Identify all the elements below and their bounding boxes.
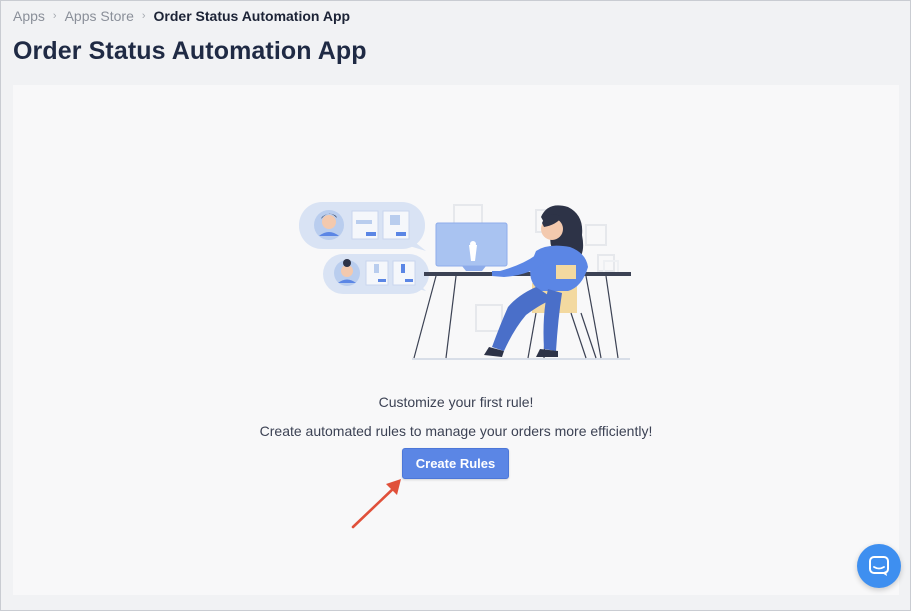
breadcrumb-apps[interactable]: Apps bbox=[13, 8, 45, 24]
chevron-right-icon: › bbox=[141, 10, 146, 22]
empty-state-heading: Customize your first rule! bbox=[378, 394, 534, 410]
chat-bubble-icon bbox=[869, 556, 889, 576]
breadcrumb-current: Order Status Automation App bbox=[153, 8, 351, 24]
page-title: Order Status Automation App bbox=[13, 37, 367, 65]
breadcrumb: Apps › Apps Store › Order Status Automat… bbox=[13, 8, 350, 24]
breadcrumb-apps-store[interactable]: Apps Store bbox=[65, 8, 134, 24]
create-rules-button[interactable]: Create Rules bbox=[402, 448, 509, 479]
person-at-computer-illustration bbox=[299, 202, 631, 360]
empty-state-panel: Customize your first rule! Create automa… bbox=[13, 85, 899, 595]
chevron-right-icon: › bbox=[52, 10, 57, 22]
chat-launcher-button[interactable] bbox=[857, 544, 901, 588]
arrow-annotation-icon bbox=[351, 479, 401, 529]
empty-state-description: Create automated rules to manage your or… bbox=[259, 423, 653, 439]
